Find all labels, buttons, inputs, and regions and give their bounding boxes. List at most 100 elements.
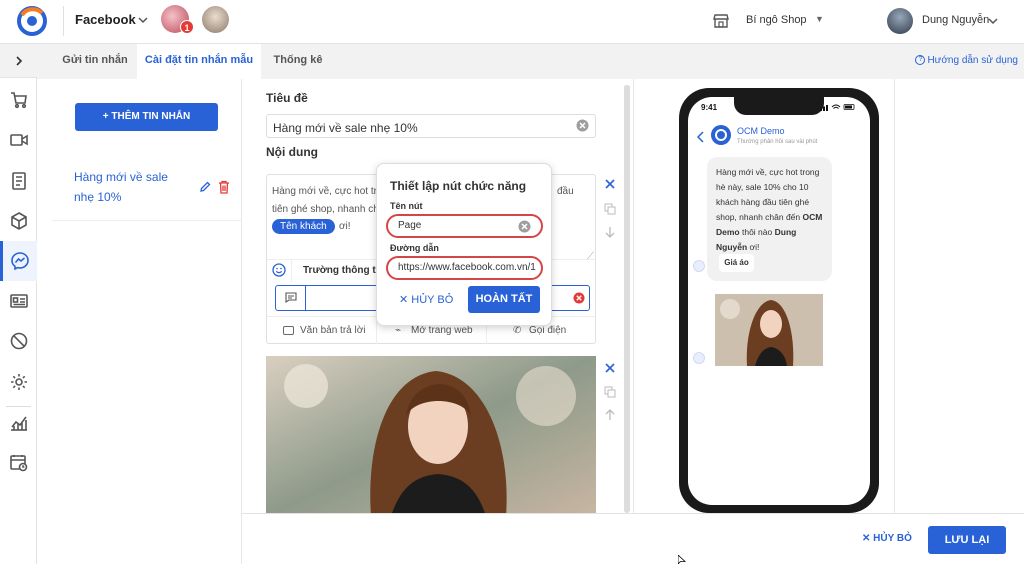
url-input[interactable]: https://www.facebook.com.vn/1 (386, 256, 543, 280)
phone-icon: ✆ (513, 325, 522, 336)
tab-template-settings[interactable]: Cài đặt tin nhắn mẫu (137, 44, 261, 79)
chip-suffix: ơi! (339, 221, 351, 232)
block-icon (10, 332, 27, 350)
user-name[interactable]: Dung Nguyễn (922, 14, 989, 26)
page-logo-icon (711, 125, 731, 145)
phone-preview-panel: 9:41 OCM Demo Thường phản hồi sau vài ph… (633, 79, 895, 513)
shop-name[interactable]: Bí ngô Shop (746, 14, 807, 26)
emoji-icon[interactable] (272, 263, 286, 277)
call-option[interactable]: ✆ Gọi điện (513, 325, 566, 336)
reply-text-label: Văn bản trả lời (300, 325, 366, 336)
phone-frame: 9:41 OCM Demo Thường phản hồi sau vài ph… (679, 88, 879, 513)
list-item-label[interactable]: Hàng mới về sale nhẹ 10% (74, 167, 182, 207)
popup-cancel-button[interactable]: ✕ HỦY BỎ (399, 293, 453, 306)
phone-screen: 9:41 OCM Demo Thường phản hồi sau vài ph… (688, 97, 870, 505)
notification-badge: 1 (180, 20, 194, 34)
pencil-icon[interactable] (199, 181, 211, 193)
tab-send-message[interactable]: Gửi tin nhắn (53, 44, 137, 79)
box-icon (10, 212, 27, 230)
sidebar-item-products[interactable] (0, 201, 37, 241)
top-bar: Facebook 1 Bí ngô Shop ▼ Dung Nguyễn (0, 0, 1024, 44)
page-avatar-2[interactable] (202, 6, 229, 33)
popup-title: Thiết lập nút chức năng (390, 179, 527, 193)
app-logo[interactable] (16, 5, 48, 37)
footer-bar: ✕ HỦY BỎ LƯU LẠI (242, 513, 1024, 564)
chat-icon (283, 325, 294, 335)
tab-bar: Gửi tin nhắn Cài đặt tin nhắn mẫu Thống … (37, 44, 1024, 79)
remove-button-icon[interactable] (573, 292, 585, 304)
sidebar-item-customers[interactable] (0, 281, 37, 321)
channel-name[interactable]: Facebook (75, 12, 136, 27)
chevron-down-icon[interactable] (987, 15, 999, 27)
open-web-option[interactable]: ⌁ Mở trang web (395, 325, 473, 336)
clear-icon[interactable] (518, 220, 531, 233)
content-text-line-2: tiên ghé shop, nhanh ch (272, 204, 379, 215)
divider (63, 6, 64, 36)
sidebar-item-blocked[interactable] (0, 321, 37, 361)
mouse-cursor-icon (678, 555, 686, 564)
sidebar-item-video[interactable] (0, 120, 37, 160)
content-label: Nội dung (266, 145, 318, 159)
template-list-panel: + THÊM TIN NHẮN Hàng mới về sale nhẹ 10% (52, 79, 242, 564)
copy-icon[interactable] (604, 203, 616, 215)
sidebar-item-orders[interactable] (0, 161, 37, 201)
sender-avatar (693, 352, 705, 364)
call-label: Gọi điện (529, 325, 567, 336)
button-type-selector[interactable] (276, 286, 306, 310)
messenger-icon (11, 252, 29, 270)
save-button[interactable]: LƯU LẠI (928, 526, 1006, 554)
help-guide-label: Hướng dẫn sử dụng (927, 55, 1018, 66)
button-name-label: Tên nút (390, 201, 423, 211)
trash-icon[interactable] (218, 180, 230, 194)
tab-statistics[interactable]: Thống kê (261, 44, 335, 79)
list-item[interactable]: Hàng mới về sale nhẹ 10% (52, 159, 241, 221)
sidebar-item-messenger[interactable] (0, 241, 37, 281)
popup-done-button[interactable]: HOÀN TẤT (468, 286, 540, 313)
message-bubble: Hàng mới về, cực hot trong hè này, sale … (707, 157, 832, 281)
scrollbar-thumb[interactable] (624, 85, 630, 513)
bubble-text-mid: thôi nào (739, 227, 775, 237)
user-avatar[interactable] (887, 8, 913, 34)
info-fields-dropdown[interactable]: Trường thông tin (303, 265, 385, 276)
arrow-up-icon[interactable] (604, 409, 616, 421)
chevron-down-icon[interactable] (137, 14, 149, 26)
portrait-photo (715, 294, 823, 366)
help-icon: ? (915, 55, 926, 66)
bubble-button[interactable]: Giá áo (719, 254, 754, 272)
close-icon[interactable] (604, 178, 616, 190)
shop-icon (713, 14, 729, 28)
add-message-button[interactable]: + THÊM TIN NHẮN (75, 103, 218, 131)
sidebar-item-stats[interactable] (0, 403, 37, 443)
contact-card-icon (9, 294, 28, 308)
back-chevron-icon[interactable] (696, 131, 706, 143)
video-icon (9, 134, 28, 146)
sidebar-item-cart[interactable] (0, 80, 37, 120)
arrow-down-icon[interactable] (604, 226, 616, 238)
close-icon[interactable] (604, 362, 616, 374)
chevron-right-icon (16, 56, 23, 66)
phone-notch (734, 97, 824, 115)
url-label: Đường dẫn (390, 243, 439, 253)
copy-icon[interactable] (604, 386, 616, 398)
bubble-text: Hàng mới về, cực hot trong hè này, sale … (716, 165, 828, 255)
title-label: Tiêu đề (266, 91, 308, 105)
reply-text-option[interactable]: Văn bản trả lời (283, 325, 365, 336)
sidebar-item-history[interactable] (0, 443, 37, 483)
message-image[interactable] (266, 356, 596, 516)
caret-down-icon[interactable]: ▼ (815, 14, 824, 24)
link-icon: ⌁ (395, 325, 402, 336)
cancel-button[interactable]: ✕ HỦY BỎ (862, 533, 912, 544)
help-guide-link[interactable]: ? Hướng dẫn sử dụng (915, 55, 1018, 66)
page-name: OCM Demo (737, 126, 785, 136)
customer-name-chip[interactable]: Tên khách (272, 219, 335, 234)
sidebar-toggle[interactable] (0, 44, 37, 78)
gear-icon (10, 374, 27, 390)
calendar-clock-icon (9, 455, 27, 472)
clear-icon[interactable] (576, 119, 589, 132)
button-settings-popup: Thiết lập nút chức năng Tên nút Page Đườ… (376, 163, 552, 326)
open-web-label: Mở trang web (411, 325, 473, 336)
sidebar-item-settings[interactable] (0, 362, 37, 402)
toolbar-divider (291, 260, 292, 282)
title-input[interactable]: Hàng mới về sale nhẹ 10% (266, 114, 596, 138)
app-root: Facebook 1 Bí ngô Shop ▼ Dung Nguyễn Gửi… (0, 0, 1024, 564)
